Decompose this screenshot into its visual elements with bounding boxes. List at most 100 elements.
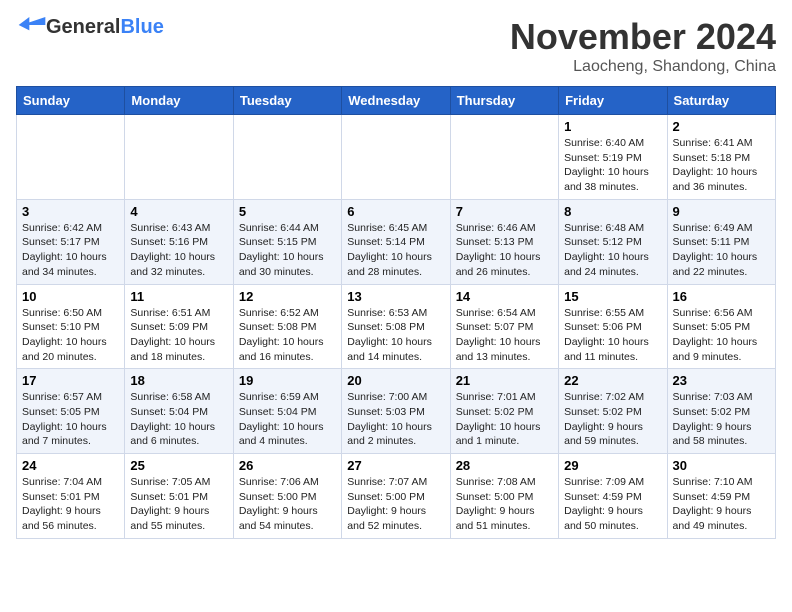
- calendar-cell: 6Sunrise: 6:45 AMSunset: 5:14 PMDaylight…: [342, 199, 450, 284]
- calendar-cell: 2 Sunrise: 6:41 AMSunset: 5:18 PMDaylight…: [667, 115, 775, 200]
- day-info: Sunrise: 7:00 AMSunset: 5:03 PMDaylight:…: [347, 390, 444, 449]
- calendar-cell: [125, 115, 233, 200]
- calendar-cell: 11Sunrise: 6:51 AMSunset: 5:09 PMDayligh…: [125, 284, 233, 369]
- calendar-cell: 26 Sunrise: 7:06 AMSunset: 5:00 PMDayligh…: [233, 454, 341, 539]
- day-of-week-thursday: Thursday: [450, 87, 558, 115]
- day-number: 13: [347, 289, 444, 304]
- day-info: Sunrise: 7:05 AMSunset: 5:01 PMDaylight:…: [130, 475, 227, 534]
- day-number: 17: [22, 373, 119, 388]
- calendar-cell: 8Sunrise: 6:48 AMSunset: 5:12 PMDaylight…: [559, 199, 667, 284]
- calendar-cell: 22 Sunrise: 7:02 AMSunset: 5:02 PMDayligh…: [559, 369, 667, 454]
- day-info: Sunrise: 6:53 AMSunset: 5:08 PMDaylight:…: [347, 306, 444, 365]
- day-info: Sunrise: 7:04 AMSunset: 5:01 PMDaylight:…: [22, 475, 119, 534]
- calendar-cell: 10 Sunrise: 6:50 AMSunset: 5:10 PMDayligh…: [17, 284, 125, 369]
- days-of-week-row: SundayMondayTuesdayWednesdayThursdayFrid…: [17, 87, 776, 115]
- title-area: November 2024 Laocheng, Shandong, China: [510, 16, 776, 76]
- day-info: Sunrise: 7:06 AMSunset: 5:00 PMDaylight:…: [239, 475, 336, 534]
- month-title: November 2024: [510, 16, 776, 58]
- day-number: 23: [673, 373, 770, 388]
- week-row-4: 24 Sunrise: 7:04 AMSunset: 5:01 PMDayligh…: [17, 454, 776, 539]
- day-number: 28: [456, 458, 553, 473]
- day-number: 3: [22, 204, 119, 219]
- calendar-cell: 20 Sunrise: 7:00 AMSunset: 5:03 PMDayligh…: [342, 369, 450, 454]
- day-number: 30: [673, 458, 770, 473]
- day-info: Sunrise: 6:43 AMSunset: 5:16 PMDaylight:…: [130, 221, 227, 280]
- day-info: Sunrise: 6:55 AMSunset: 5:06 PMDaylight:…: [564, 306, 661, 365]
- calendar-table: SundayMondayTuesdayWednesdayThursdayFrid…: [16, 86, 776, 539]
- calendar-cell: 12Sunrise: 6:52 AMSunset: 5:08 PMDayligh…: [233, 284, 341, 369]
- day-number: 7: [456, 204, 553, 219]
- day-info: Sunrise: 6:57 AMSunset: 5:05 PMDaylight:…: [22, 390, 119, 449]
- day-of-week-sunday: Sunday: [17, 87, 125, 115]
- day-info: Sunrise: 6:54 AMSunset: 5:07 PMDaylight:…: [456, 306, 553, 365]
- day-number: 26: [239, 458, 336, 473]
- calendar-cell: 15 Sunrise: 6:55 AMSunset: 5:06 PMDayligh…: [559, 284, 667, 369]
- day-info: Sunrise: 7:02 AMSunset: 5:02 PMDaylight:…: [564, 390, 661, 449]
- header: GeneralBlue November 2024 Laocheng, Shan…: [16, 16, 776, 76]
- week-row-2: 10 Sunrise: 6:50 AMSunset: 5:10 PMDayligh…: [17, 284, 776, 369]
- calendar-cell: 17 Sunrise: 6:57 AMSunset: 5:05 PMDayligh…: [17, 369, 125, 454]
- calendar-cell: 9 Sunrise: 6:49 AMSunset: 5:11 PMDaylight…: [667, 199, 775, 284]
- calendar-cell: [233, 115, 341, 200]
- calendar-cell: 21 Sunrise: 7:01 AMSunset: 5:02 PMDayligh…: [450, 369, 558, 454]
- day-info: Sunrise: 6:58 AMSunset: 5:04 PMDaylight:…: [130, 390, 227, 449]
- calendar-cell: 3 Sunrise: 6:42 AMSunset: 5:17 PMDaylight…: [17, 199, 125, 284]
- day-number: 18: [130, 373, 227, 388]
- day-info: Sunrise: 6:59 AMSunset: 5:04 PMDaylight:…: [239, 390, 336, 449]
- calendar-cell: 30Sunrise: 7:10 AMSunset: 4:59 PMDayligh…: [667, 454, 775, 539]
- day-number: 8: [564, 204, 661, 219]
- calendar-cell: 28 Sunrise: 7:08 AMSunset: 5:00 PMDayligh…: [450, 454, 558, 539]
- day-of-week-friday: Friday: [559, 87, 667, 115]
- calendar-cell: 1Sunrise: 6:40 AMSunset: 5:19 PMDaylight…: [559, 115, 667, 200]
- day-info: Sunrise: 6:40 AMSunset: 5:19 PMDaylight:…: [564, 136, 661, 195]
- day-of-week-tuesday: Tuesday: [233, 87, 341, 115]
- day-number: 27: [347, 458, 444, 473]
- day-info: Sunrise: 7:01 AMSunset: 5:02 PMDaylight:…: [456, 390, 553, 449]
- calendar-cell: 27 Sunrise: 7:07 AMSunset: 5:00 PMDayligh…: [342, 454, 450, 539]
- calendar-cell: 18 Sunrise: 6:58 AMSunset: 5:04 PMDayligh…: [125, 369, 233, 454]
- logo-icon: [18, 17, 46, 33]
- day-info: Sunrise: 6:46 AMSunset: 5:13 PMDaylight:…: [456, 221, 553, 280]
- location: Laocheng, Shandong, China: [510, 58, 776, 76]
- calendar-cell: 29Sunrise: 7:09 AMSunset: 4:59 PMDayligh…: [559, 454, 667, 539]
- week-row-0: 1Sunrise: 6:40 AMSunset: 5:19 PMDaylight…: [17, 115, 776, 200]
- calendar-header: SundayMondayTuesdayWednesdayThursdayFrid…: [17, 87, 776, 115]
- day-of-week-wednesday: Wednesday: [342, 87, 450, 115]
- day-number: 20: [347, 373, 444, 388]
- day-info: Sunrise: 7:07 AMSunset: 5:00 PMDaylight:…: [347, 475, 444, 534]
- logo-blue: Blue: [120, 16, 163, 39]
- calendar-body: 1Sunrise: 6:40 AMSunset: 5:19 PMDaylight…: [17, 115, 776, 539]
- calendar-cell: 5Sunrise: 6:44 AMSunset: 5:15 PMDaylight…: [233, 199, 341, 284]
- week-row-3: 17 Sunrise: 6:57 AMSunset: 5:05 PMDayligh…: [17, 369, 776, 454]
- day-number: 22: [564, 373, 661, 388]
- day-info: Sunrise: 6:45 AMSunset: 5:14 PMDaylight:…: [347, 221, 444, 280]
- day-number: 9: [673, 204, 770, 219]
- day-number: 14: [456, 289, 553, 304]
- day-info: Sunrise: 7:03 AMSunset: 5:02 PMDaylight:…: [673, 390, 770, 449]
- day-number: 21: [456, 373, 553, 388]
- day-info: Sunrise: 6:49 AMSunset: 5:11 PMDaylight:…: [673, 221, 770, 280]
- calendar-cell: 23 Sunrise: 7:03 AMSunset: 5:02 PMDayligh…: [667, 369, 775, 454]
- day-number: 5: [239, 204, 336, 219]
- calendar-cell: 25Sunrise: 7:05 AMSunset: 5:01 PMDayligh…: [125, 454, 233, 539]
- calendar-cell: 4 Sunrise: 6:43 AMSunset: 5:16 PMDaylight…: [125, 199, 233, 284]
- calendar-cell: 7 Sunrise: 6:46 AMSunset: 5:13 PMDaylight…: [450, 199, 558, 284]
- day-number: 19: [239, 373, 336, 388]
- calendar-cell: [450, 115, 558, 200]
- day-number: 15: [564, 289, 661, 304]
- day-number: 2: [673, 119, 770, 134]
- day-info: Sunrise: 6:52 AMSunset: 5:08 PMDaylight:…: [239, 306, 336, 365]
- day-info: Sunrise: 7:08 AMSunset: 5:00 PMDaylight:…: [456, 475, 553, 534]
- day-info: Sunrise: 7:09 AMSunset: 4:59 PMDaylight:…: [564, 475, 661, 534]
- day-info: Sunrise: 6:56 AMSunset: 5:05 PMDaylight:…: [673, 306, 770, 365]
- day-number: 10: [22, 289, 119, 304]
- day-info: Sunrise: 6:42 AMSunset: 5:17 PMDaylight:…: [22, 221, 119, 280]
- logo-general: General: [46, 16, 120, 39]
- day-info: Sunrise: 6:41 AMSunset: 5:18 PMDaylight:…: [673, 136, 770, 195]
- day-number: 4: [130, 204, 227, 219]
- day-of-week-saturday: Saturday: [667, 87, 775, 115]
- day-info: Sunrise: 6:50 AMSunset: 5:10 PMDaylight:…: [22, 306, 119, 365]
- calendar-cell: 24 Sunrise: 7:04 AMSunset: 5:01 PMDayligh…: [17, 454, 125, 539]
- day-number: 24: [22, 458, 119, 473]
- calendar-cell: 19 Sunrise: 6:59 AMSunset: 5:04 PMDayligh…: [233, 369, 341, 454]
